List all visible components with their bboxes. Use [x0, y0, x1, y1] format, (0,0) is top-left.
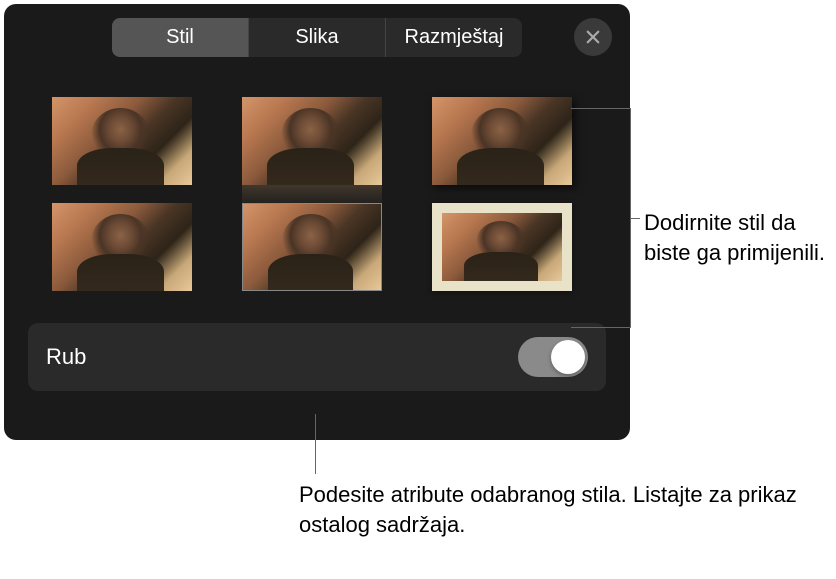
tabs-row: Stil Slika Razmještaj	[22, 18, 612, 57]
callout-line-bottom	[315, 414, 316, 474]
style-option-frame[interactable]	[432, 203, 572, 291]
style-option-plain[interactable]	[52, 203, 192, 291]
style-option-shadow[interactable]	[432, 97, 572, 185]
toggle-knob	[551, 340, 585, 374]
thumbnail-image	[442, 213, 562, 281]
thumbnail-image	[242, 97, 382, 185]
style-option-thin-border[interactable]	[242, 203, 382, 291]
tab-style[interactable]: Stil	[112, 18, 249, 57]
thumbnail-image	[432, 97, 572, 185]
callout-connector-right	[630, 218, 640, 219]
border-toggle-row: Rub	[28, 323, 606, 391]
thumbnail-image	[52, 203, 192, 291]
tabs-container: Stil Slika Razmještaj	[112, 18, 522, 57]
thumbnail-image	[243, 204, 381, 290]
callout-text-bottom: Podesite atribute odabranog stila. Lista…	[299, 480, 836, 539]
style-grid	[22, 57, 612, 315]
close-button[interactable]	[574, 18, 612, 56]
format-panel: Stil Slika Razmještaj Rub	[4, 4, 630, 440]
style-option-reflection[interactable]	[242, 97, 382, 185]
style-option-none[interactable]	[52, 97, 192, 185]
border-toggle-label: Rub	[46, 344, 86, 370]
callout-text-right: Dodirnite stil da biste ga primijenili.	[644, 208, 836, 267]
tab-image[interactable]: Slika	[249, 18, 386, 57]
tab-layout[interactable]: Razmještaj	[386, 18, 522, 57]
thumbnail-image	[52, 97, 192, 185]
border-toggle-switch[interactable]	[518, 337, 588, 377]
close-icon	[584, 28, 602, 46]
